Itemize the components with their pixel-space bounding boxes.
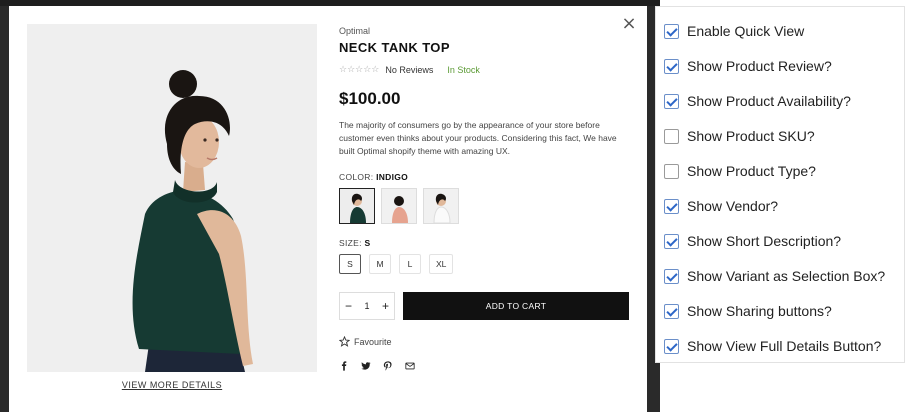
option-label: Show Product Type? (687, 163, 816, 179)
size-option-xl[interactable]: XL (429, 254, 454, 274)
color-label-text: COLOR: (339, 172, 374, 182)
mail-icon[interactable] (405, 361, 415, 371)
option-show-product-review[interactable]: Show Product Review? (664, 56, 832, 76)
size-options: S M L XL (339, 254, 631, 274)
quantity-value[interactable]: 1 (364, 301, 369, 311)
size-label: SIZE: S (339, 238, 631, 248)
size-option-m[interactable]: M (369, 254, 391, 274)
quick-view-modal: × VIEW MORE DETAILS Optimal NECK TANK TO… (9, 6, 647, 412)
share-buttons (339, 361, 631, 371)
size-option-s[interactable]: S (339, 254, 361, 274)
option-show-short-description[interactable]: Show Short Description? (664, 231, 841, 251)
checkbox[interactable] (664, 163, 679, 179)
color-swatch-indigo[interactable] (339, 188, 375, 224)
product-image (27, 24, 317, 372)
checkbox[interactable] (664, 233, 679, 249)
view-more-details-link[interactable]: VIEW MORE DETAILS (122, 380, 222, 390)
availability-status: In Stock (447, 65, 480, 75)
favourite-button[interactable]: Favourite (339, 336, 631, 347)
option-show-product-type[interactable]: Show Product Type? (664, 161, 816, 181)
option-show-product-sku[interactable]: Show Product SKU? (664, 126, 815, 146)
size-label-text: SIZE: (339, 238, 362, 248)
option-label: Show Product SKU? (687, 128, 815, 144)
option-label: Show View Full Details Button? (687, 338, 882, 354)
option-label: Show Product Availability? (687, 93, 851, 109)
size-value: S (364, 238, 371, 248)
checkbox[interactable] (664, 303, 679, 319)
option-label: Show Variant as Selection Box? (687, 268, 886, 284)
checkbox[interactable] (664, 128, 679, 144)
option-show-sharing-buttons[interactable]: Show Sharing buttons? (664, 301, 832, 321)
product-vendor: Optimal (339, 26, 371, 36)
twitter-icon[interactable] (361, 361, 371, 371)
option-label: Enable Quick View (687, 23, 805, 39)
star-outline-icon (339, 336, 350, 347)
quantity-decrease-button[interactable]: − (345, 299, 352, 313)
rating-stars-icon: ☆☆☆☆☆ (339, 65, 380, 75)
checkbox[interactable] (664, 338, 679, 354)
favourite-label: Favourite (354, 336, 392, 347)
quantity-increase-button[interactable]: + (382, 299, 389, 313)
color-label: COLOR: INDIGO (339, 172, 631, 182)
option-label: Show Sharing buttons? (687, 303, 832, 319)
option-label: Show Vendor? (687, 198, 779, 214)
option-label: Show Short Description? (687, 233, 842, 249)
product-title: NECK TANK TOP (339, 40, 450, 55)
cart-row: − 1 + ADD TO CART (339, 292, 631, 320)
quick-view-settings-panel: Enable Quick View Show Product Review? S… (655, 6, 905, 363)
option-show-vendor[interactable]: Show Vendor? (664, 196, 778, 216)
checkbox[interactable] (664, 198, 679, 214)
product-description: The majority of consumers go by the appe… (339, 120, 617, 156)
option-show-view-full-details-button[interactable]: Show View Full Details Button? (664, 336, 881, 356)
size-option-l[interactable]: L (399, 254, 421, 274)
checkbox[interactable] (664, 23, 679, 39)
checkbox[interactable] (664, 58, 679, 74)
model-photo (27, 24, 317, 372)
product-price: $100.00 (339, 89, 401, 108)
facebook-icon[interactable] (339, 361, 349, 371)
option-show-variant-selection-box[interactable]: Show Variant as Selection Box? (664, 266, 885, 286)
color-swatches (339, 188, 631, 224)
option-show-product-availability[interactable]: Show Product Availability? (664, 91, 851, 111)
option-enable-quick-view[interactable]: Enable Quick View (664, 21, 804, 41)
review-row: ☆☆☆☆☆ No Reviews In Stock (339, 65, 631, 75)
review-count: No Reviews (385, 65, 434, 75)
quantity-stepper: − 1 + (339, 292, 395, 320)
color-swatch-white[interactable] (423, 188, 459, 224)
product-info: Optimal NECK TANK TOP ☆☆☆☆☆ No Reviews I… (339, 24, 631, 371)
checkbox[interactable] (664, 93, 679, 109)
checkbox[interactable] (664, 268, 679, 284)
color-value: INDIGO (376, 172, 409, 182)
color-swatch-pink[interactable] (381, 188, 417, 224)
pinterest-icon[interactable] (383, 361, 393, 371)
add-to-cart-button[interactable]: ADD TO CART (403, 292, 629, 320)
option-label: Show Product Review? (687, 58, 832, 74)
view-more-details-link-wrap: VIEW MORE DETAILS (27, 380, 317, 390)
